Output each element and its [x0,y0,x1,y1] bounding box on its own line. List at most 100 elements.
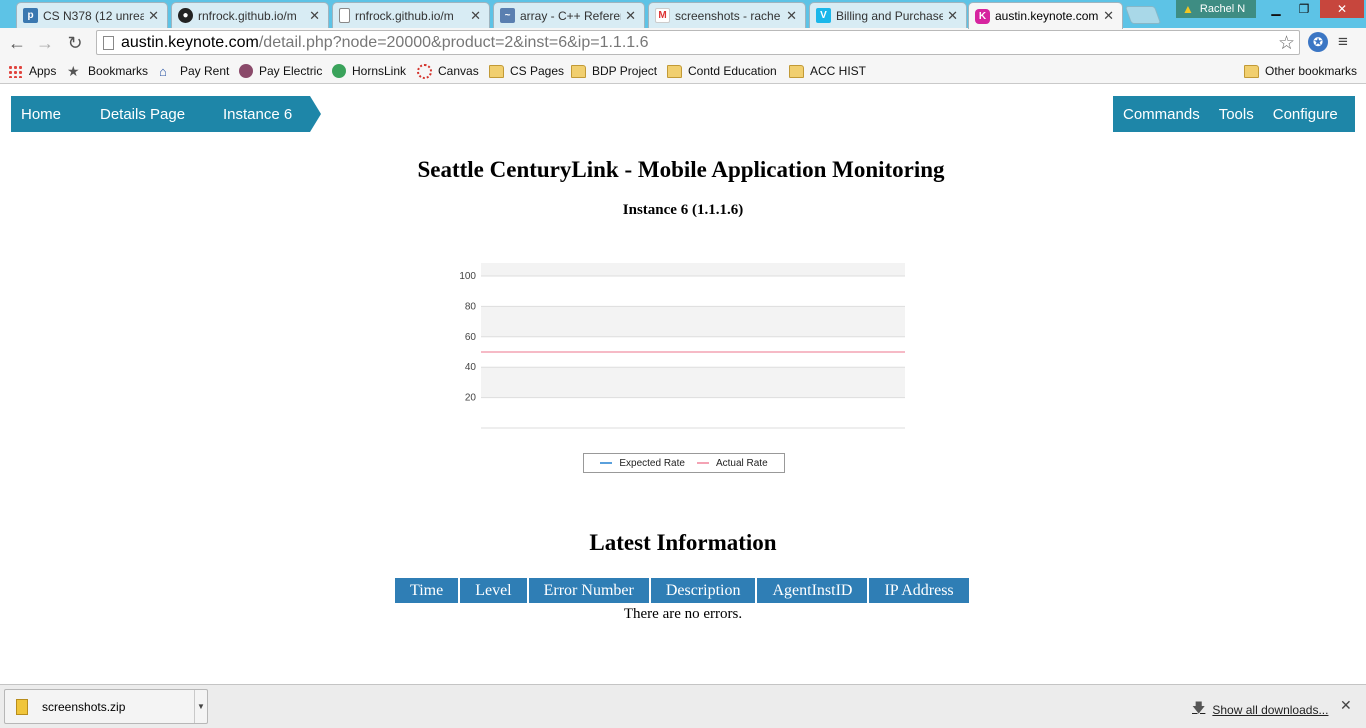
close-icon[interactable]: ✕ [470,8,481,24]
page-icon [103,36,114,50]
restore-button[interactable]: ❐ [1290,0,1318,18]
tab-1[interactable]: p CS N378 (12 unread ✕ [16,2,168,28]
download-filename: screenshots.zip [42,699,126,714]
tab-active[interactable]: K austin.keynote.com ✕ [968,2,1123,29]
bookmark-label: Pay Electric [259,64,323,78]
nav-configure[interactable]: Configure [1273,106,1338,123]
legend-entry: Actual Rate [696,458,768,469]
cplusplus-icon: ~ [500,8,515,23]
close-icon[interactable]: ✕ [786,8,797,24]
page-icon [339,8,350,23]
tab-4[interactable]: ~ array - C++ Referen ✕ [493,2,645,28]
bookmark-hornslink[interactable]: HornsLink [332,62,406,80]
tab-2[interactable]: ● rnfrock.github.io/m ✕ [171,2,329,28]
bookmark-pay-rent[interactable]: ⌂ Pay Rent [159,62,229,80]
folder-icon [667,64,682,78]
chart-grid [481,263,905,429]
y-tick-label: 80 [465,301,477,312]
error-table: Time Level Error Number Description Agen… [393,578,971,603]
y-tick-label: 20 [465,393,477,404]
canvas-icon [417,63,432,79]
bookmark-apps[interactable]: Apps [8,62,56,80]
chevron-down-icon[interactable]: ▼ [194,690,207,723]
extension-icon[interactable]: ✪ [1308,32,1328,52]
page-subtitle: Instance 6 (1.1.1.6) [622,202,744,218]
grid-band [481,367,905,398]
hornslink-icon [332,64,346,78]
page-title: Seattle CenturyLink - Mobile Application… [417,157,945,182]
close-icon[interactable]: ✕ [309,8,320,24]
y-tick-label: 100 [459,271,476,282]
y-tick-label: 40 [465,362,477,373]
tab-5[interactable]: M screenshots - rache ✕ [648,2,806,28]
nav-tools[interactable]: Tools [1219,106,1254,123]
nav-commands[interactable]: Commands [1123,106,1200,123]
reload-icon[interactable]: ↻ [64,32,86,54]
crumb-arrow [310,96,321,132]
minimize-button[interactable]: ▁ [1262,0,1290,18]
crumb-link[interactable]: Instance 6 [223,106,292,123]
profile-name: Rachel N [1199,3,1246,15]
window-close-button[interactable]: ✕ [1320,0,1364,18]
page-content: Home Details Page Instance 6 Commands To… [0,85,1366,684]
bookmark-cs-pages[interactable]: CS Pages [489,62,564,80]
menu-icon[interactable]: ≡ [1338,33,1354,50]
close-icon[interactable]: ✕ [148,8,159,24]
back-arrow-icon[interactable]: ← [6,32,28,54]
column-header[interactable]: Level [460,578,527,603]
column-header[interactable]: Time [395,578,459,603]
forward-arrow-icon[interactable]: → [34,32,56,54]
bookmark-label: Pay Rent [180,64,230,78]
github-icon: ● [178,8,193,23]
column-header[interactable]: IP Address [869,578,969,603]
grid-band [481,263,905,276]
new-tab-button[interactable] [1124,6,1162,24]
show-all-downloads-link[interactable]: 🡇 Show all downloads... [1192,699,1328,721]
vimeo-icon: V [816,8,831,23]
profile-badge[interactable]: ▲ Rachel N [1176,0,1256,18]
legend-label: Expected Rate [619,457,685,469]
apps-grid-icon [8,64,23,78]
right-nav: Commands Tools Configure [1113,96,1355,132]
column-header[interactable]: Description [650,578,756,603]
bookmark-label: Apps [29,64,57,78]
close-icon[interactable]: ✕ [1340,697,1352,714]
folder-icon [489,64,504,78]
bookmark-bdp-project[interactable]: BDP Project [571,62,657,80]
piazza-icon: p [23,8,38,23]
bookmark-canvas[interactable]: Canvas [417,62,479,80]
tab-label: CS N378 (12 unread [43,8,145,23]
crumb-details-page[interactable]: Details Page [90,96,213,132]
bookmark-label: ACC HIST [810,64,867,78]
crumb-home[interactable]: Home [11,96,90,132]
chart-legend: Expected Rate Actual Rate [583,453,785,473]
bookmark-label: Other bookmarks [1265,64,1358,78]
bookmark-contd-education[interactable]: Contd Education [667,62,777,80]
bookmark-bookmarks[interactable]: ★ Bookmarks [67,62,148,80]
column-header[interactable]: Error Number [528,578,649,603]
close-icon[interactable]: ✕ [1103,8,1114,24]
y-tick-label: 60 [465,332,477,343]
address-bar[interactable]: austin.keynote.com/detail.php?node=20000… [96,30,1300,55]
download-icon: 🡇 [1192,700,1206,715]
close-icon[interactable]: ✕ [625,8,636,24]
crumb-link[interactable]: Details Page [100,106,185,123]
crumb-link[interactable]: Home [21,106,61,123]
bookmark-star-icon[interactable]: ☆ [1278,32,1295,55]
tab-3[interactable]: rnfrock.github.io/m ✕ [332,2,490,28]
keynote-icon: K [975,8,990,24]
legend-swatch [696,462,709,464]
latest-heading: Latest Information [589,530,777,555]
bookmark-acc-hist[interactable]: ACC HIST [789,62,866,80]
column-header[interactable]: AgentInstID [757,578,868,603]
close-icon[interactable]: ✕ [947,8,958,24]
crumb-instance[interactable]: Instance 6 [213,96,310,132]
no-errors-message: There are no errors. [623,606,743,622]
bookmark-pay-electric[interactable]: Pay Electric [239,62,322,80]
tab-6[interactable]: V Billing and Purchase ✕ [809,2,967,28]
download-item[interactable]: screenshots.zip ▼ [4,689,208,724]
tab-label: rnfrock.github.io/m [198,8,297,23]
bookmark-label: Canvas [438,64,479,78]
zip-file-icon [16,698,28,715]
bookmark-other[interactable]: Other bookmarks [1244,62,1357,80]
